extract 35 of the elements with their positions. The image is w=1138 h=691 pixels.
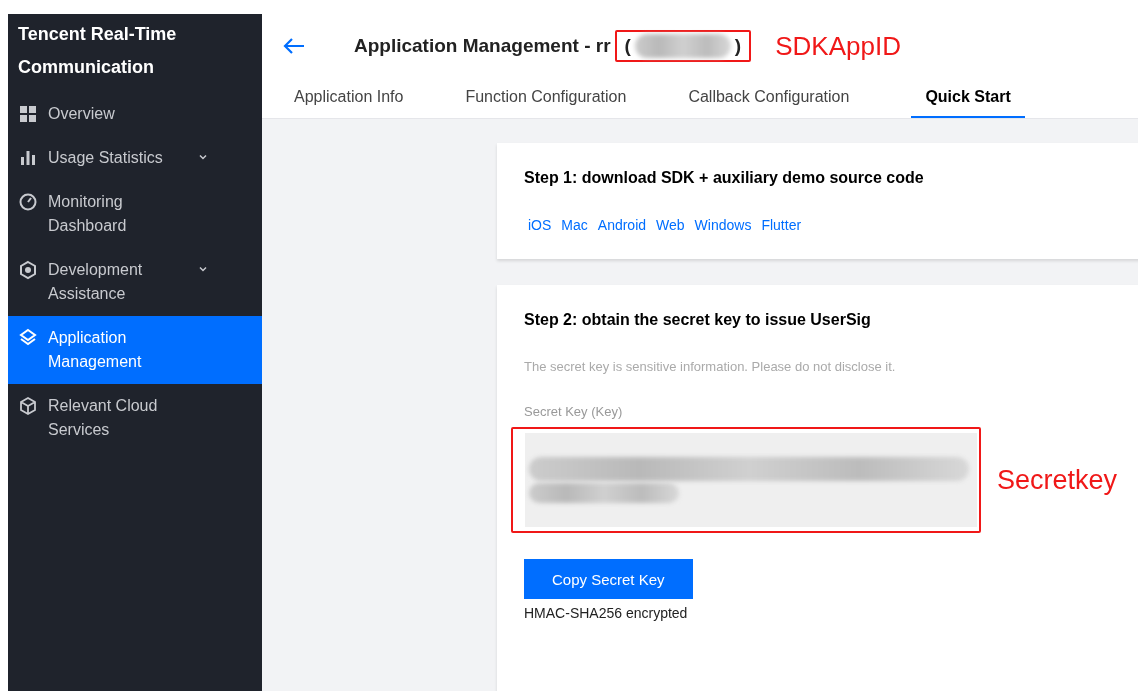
hexagon-icon (18, 260, 38, 280)
step-title: Step 2: obtain the secret key to issue UserSig (524, 311, 872, 329)
tab[interactable]: Callback Configuration (688, 78, 850, 118)
sidebar-item[interactable]: Monitoring Dashboard (8, 180, 262, 248)
field-label: Secret Key (Key) (524, 404, 624, 419)
sidebar-item[interactable]: Overview (8, 92, 262, 136)
tab[interactable]: Quick Start (911, 78, 1025, 118)
platform-link[interactable]: Web (656, 217, 685, 233)
paren-text: ( (624, 35, 631, 57)
tab[interactable]: Application Info (294, 78, 404, 118)
notice-text: The secret key is sensitive information. Please do not disclose it. (524, 359, 897, 374)
paren-text: ) (734, 35, 742, 57)
platform-link[interactable]: iOS (528, 217, 552, 233)
copy-button[interactable]: Copy Secret Key (524, 559, 693, 599)
platform-link[interactable]: Windows (694, 217, 752, 233)
platform-link[interactable]: Mac (561, 217, 588, 233)
sidebar-item[interactable]: Development Assistance (8, 248, 262, 316)
encryption-note: HMAC-SHA256 encrypted (524, 605, 689, 621)
grid-icon (18, 104, 38, 124)
page-title: Application Management - rr (354, 35, 611, 57)
annotation-label: SDKAppID (775, 30, 901, 62)
product-title: Tencent Real-Time Communication (17, 23, 178, 79)
cube-icon (18, 396, 38, 416)
back-arrow-icon[interactable] (282, 36, 306, 56)
sidebar-item[interactable]: Application Management (8, 316, 262, 384)
tab[interactable]: Function Configuration (465, 78, 627, 118)
sidebar-item[interactable]: Usage Statistics (8, 136, 262, 180)
platform-link[interactable]: Android (597, 217, 647, 233)
step-title: Step 1: download SDK + auxiliary demo source code (524, 169, 925, 187)
layers-icon (18, 328, 38, 348)
gauge-icon (18, 192, 38, 212)
platform-link[interactable]: Flutter (761, 217, 802, 233)
bar-chart-icon (18, 148, 38, 168)
sidebar-item[interactable]: Relevant Cloud Services (8, 384, 262, 452)
annotation-label: Secretkey (997, 464, 1118, 496)
